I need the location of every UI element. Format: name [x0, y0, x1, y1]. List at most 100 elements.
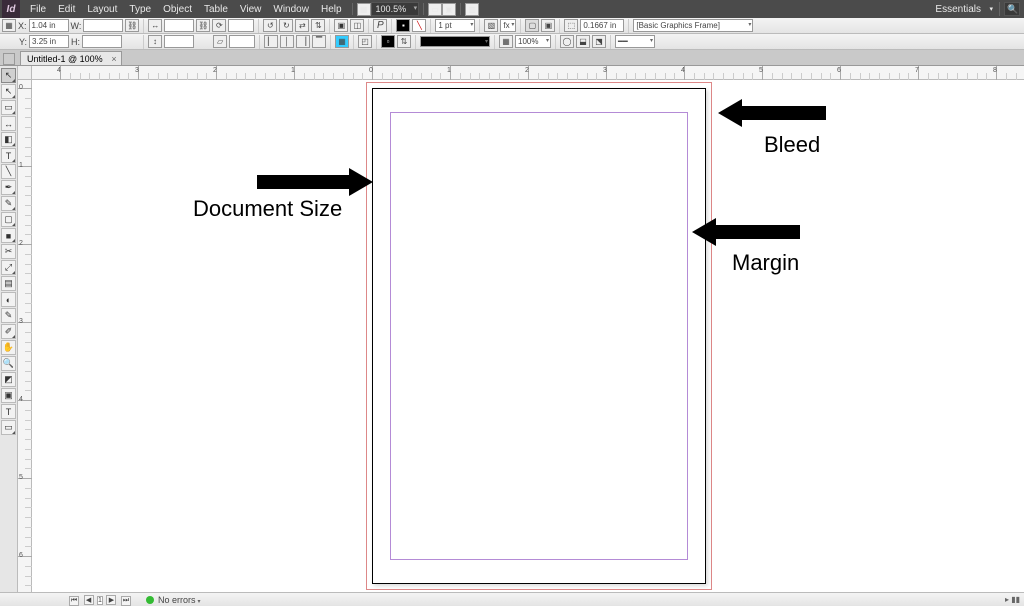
menu-help[interactable]: Help — [315, 4, 348, 15]
text-wrap-jump-next-icon[interactable]: ⬔ — [592, 35, 606, 48]
flip-horizontal-icon[interactable]: ⇄ — [295, 19, 309, 32]
menu-type[interactable]: Type — [123, 4, 157, 15]
zoom-tool[interactable]: 🔍 — [1, 356, 16, 371]
gradient-feather-tool[interactable]: ◐ — [1, 292, 16, 307]
bridge-icon[interactable]: ▦ — [357, 3, 371, 16]
align-top-icon[interactable]: ▔ — [312, 35, 326, 48]
text-wrap-offset-icon[interactable]: ⬚ — [564, 19, 578, 32]
pen-tool[interactable]: ✒ — [1, 180, 16, 195]
h-field[interactable] — [82, 35, 122, 48]
text-wrap-bounding-icon[interactable]: ▣ — [541, 19, 555, 32]
view-options-icon[interactable]: ▭ — [428, 3, 442, 16]
select-container-icon[interactable]: ▣ — [334, 19, 348, 32]
scale-x-icon[interactable]: ↔ — [148, 19, 162, 32]
object-style-field[interactable]: [Basic Graphics Frame] — [633, 19, 753, 32]
none-swatch-icon[interactable]: ╲ — [412, 19, 426, 32]
note-tool[interactable]: ✎ — [1, 308, 16, 323]
constrain-scale-icon[interactable]: ⛓ — [196, 19, 210, 32]
preflight-status-icon[interactable] — [146, 596, 154, 604]
stroke-style-select[interactable]: ━━ — [615, 35, 655, 48]
shear-icon[interactable]: ▱ — [213, 35, 227, 48]
constrain-proportions-icon[interactable]: ⛓ — [125, 19, 139, 32]
stroke-weight-field[interactable]: 1 pt — [435, 19, 475, 32]
pasteboard[interactable]: Bleed Document Size Margin — [32, 80, 1024, 592]
horizontal-ruler[interactable]: 4321012345678 — [32, 66, 1024, 80]
text-wrap-shape-icon[interactable]: ◯ — [560, 35, 574, 48]
default-fill-stroke[interactable]: ▣ — [1, 388, 16, 403]
stroke-swatch[interactable]: ▫ — [381, 35, 395, 48]
eyedropper-tool[interactable]: ✐ — [1, 324, 16, 339]
text-wrap-offset-field[interactable]: 0.1667 in — [580, 19, 624, 32]
document-tab[interactable]: Untitled-1 @ 100% — [20, 51, 122, 65]
select-content-icon[interactable]: ◫ — [350, 19, 364, 32]
last-page-button[interactable]: ⏭ — [121, 596, 131, 606]
type-tool[interactable]: T — [1, 148, 16, 163]
rotate-90-ccw-icon[interactable]: ↺ — [263, 19, 277, 32]
line-tool[interactable]: ╲ — [1, 164, 16, 179]
scale-y-icon[interactable]: ↕ — [148, 35, 162, 48]
menu-divider — [423, 3, 424, 15]
frame-fitting-icon[interactable]: ▦ — [335, 35, 349, 48]
menu-object[interactable]: Object — [157, 4, 198, 15]
content-collector-tool[interactable]: ◧ — [1, 132, 16, 147]
align-left-icon[interactable]: ▏ — [264, 35, 278, 48]
gap-tool[interactable]: ↔ — [1, 116, 16, 131]
current-page-field[interactable]: 1 — [97, 596, 103, 605]
canvas-area[interactable]: 4321012345678 0123456 Bleed Document Siz… — [18, 66, 1024, 592]
ruler-origin[interactable] — [18, 66, 32, 80]
flip-vertical-icon[interactable]: ⇅ — [311, 19, 325, 32]
formatting-container[interactable]: T — [1, 404, 16, 419]
search-icon[interactable]: 🔍 — [1004, 2, 1020, 16]
menu-table[interactable]: Table — [198, 4, 234, 15]
free-transform-tool[interactable]: ⤢ — [1, 260, 16, 275]
paragraph-style-icon[interactable]: P — [373, 19, 387, 32]
rotate-90-cw-icon[interactable]: ↻ — [279, 19, 293, 32]
screen-mode[interactable]: ▭ — [1, 420, 16, 435]
fx-menu[interactable]: fx — [500, 19, 516, 32]
gradient-swatch-tool[interactable]: ▤ — [1, 276, 16, 291]
align-right-icon[interactable]: ▕ — [296, 35, 310, 48]
direct-selection-tool[interactable]: ↖ — [1, 84, 16, 99]
rotate-icon[interactable]: ⟳ — [212, 19, 226, 32]
menu-file[interactable]: File — [24, 4, 52, 15]
opacity-field[interactable]: 100% — [515, 35, 551, 48]
pencil-tool[interactable]: ✎ — [1, 196, 16, 211]
text-wrap-none-icon[interactable]: ▢ — [525, 19, 539, 32]
scale-x-field[interactable] — [164, 19, 194, 32]
align-hcenter-icon[interactable]: │ — [280, 35, 294, 48]
menu-window[interactable]: Window — [267, 4, 315, 15]
w-field[interactable] — [83, 19, 123, 32]
workspace-switcher[interactable]: Essentials — [929, 4, 995, 15]
menu-edit[interactable]: Edit — [52, 4, 81, 15]
menu-layout[interactable]: Layout — [81, 4, 123, 15]
screen-mode-icon[interactable]: ▣ — [442, 3, 456, 16]
menu-view[interactable]: View — [234, 4, 268, 15]
fill-swatch[interactable]: ▪ — [396, 19, 410, 32]
shear-field[interactable] — [229, 35, 255, 48]
corner-options-icon[interactable]: ◰ — [358, 35, 372, 48]
first-page-button[interactable]: ⏮ — [69, 596, 79, 606]
vertical-ruler[interactable]: 0123456 — [18, 80, 32, 592]
y-field[interactable]: 3.25 in — [29, 35, 69, 48]
opacity-icon[interactable]: ▦ — [499, 35, 513, 48]
rectangle-frame-tool[interactable]: ▢ — [1, 212, 16, 227]
drop-shadow-icon[interactable]: ▧ — [484, 19, 498, 32]
hand-tool[interactable]: ✋ — [1, 340, 16, 355]
rectangle-tool[interactable]: ■ — [1, 228, 16, 243]
fill-stroke-swap[interactable]: ◩ — [1, 372, 16, 387]
selection-tool[interactable]: ↖ — [1, 68, 16, 83]
prev-page-button[interactable]: ◀ — [84, 595, 94, 605]
scissors-tool[interactable]: ✂ — [1, 244, 16, 259]
swap-fill-stroke-icon[interactable]: ⇅ — [397, 35, 411, 48]
preflight-status-text[interactable]: No errors — [158, 595, 201, 605]
rotate-field[interactable] — [228, 19, 254, 32]
page-tool[interactable]: ▭ — [1, 100, 16, 115]
next-page-button[interactable]: ▶ — [106, 595, 116, 605]
reference-point-proxy[interactable]: ▦ — [2, 19, 16, 32]
scale-y-field[interactable] — [164, 35, 194, 48]
zoom-level-field[interactable]: 100.5% — [371, 2, 420, 16]
text-wrap-jump-icon[interactable]: ⬓ — [576, 35, 590, 48]
open-panels-icon[interactable]: ▸ ▮▮ — [1005, 595, 1020, 604]
arrange-icon[interactable]: ▥ — [465, 3, 479, 16]
x-field[interactable]: 1.04 in — [29, 19, 69, 32]
